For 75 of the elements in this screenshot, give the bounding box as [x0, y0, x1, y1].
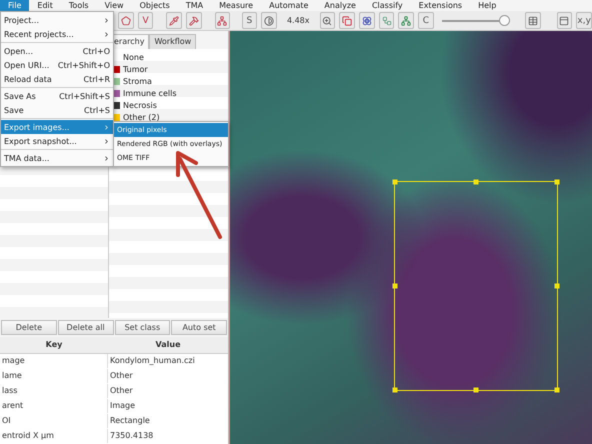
menu-title[interactable]: Tools: [60, 0, 97, 11]
menu-title[interactable]: Edit: [29, 0, 61, 11]
pipette-tool[interactable]: [166, 12, 182, 29]
menu-item[interactable]: Export snapshot...: [1, 134, 113, 148]
menu-item[interactable]: Save As Ctrl+Shift+S: [1, 89, 113, 103]
network-icon: [217, 16, 228, 26]
menu-title[interactable]: Measure: [211, 0, 262, 11]
menu-item[interactable]: TMA data...: [1, 151, 113, 165]
hammer-icon: [188, 16, 199, 26]
table-cell: lame: [0, 369, 108, 383]
table-cell: mage: [0, 354, 108, 368]
menu-title[interactable]: TMA: [178, 0, 212, 11]
menu-title[interactable]: Objects: [132, 0, 178, 11]
menu-item[interactable]: Export images...: [1, 120, 113, 134]
rectangle-annotation[interactable]: [394, 181, 558, 391]
c-button[interactable]: C: [418, 12, 434, 29]
table-cell: lass: [0, 384, 108, 398]
pipette-icon: [169, 16, 180, 26]
zoom-level: 4.48x: [286, 16, 310, 25]
network-tool[interactable]: [214, 12, 230, 29]
contrast-button[interactable]: [261, 12, 277, 29]
table-cell-text: 7350.4138: [109, 430, 154, 442]
table-cell-text: Rectangle: [109, 415, 151, 427]
class-name[interactable]: Other (2): [123, 112, 160, 122]
zoom-in-icon: [322, 16, 332, 26]
menu-item[interactable]: Save Ctrl+S: [1, 103, 113, 117]
flower-icon: [362, 16, 372, 26]
class-name[interactable]: Necrosis: [123, 100, 157, 110]
copy-icon: [342, 16, 352, 26]
menu-title[interactable]: File: [0, 0, 30, 11]
menu-title[interactable]: Analyze: [316, 0, 364, 11]
menu-title[interactable]: Extensions: [410, 0, 470, 11]
slider-thumb[interactable]: [498, 15, 510, 26]
network-button[interactable]: [398, 12, 414, 29]
menu-title[interactable]: Classify: [364, 0, 411, 11]
table-button[interactable]: [524, 12, 541, 29]
panel-button[interactable]: [556, 12, 572, 29]
table-icon: [528, 16, 538, 26]
polygon-tool[interactable]: [118, 12, 134, 29]
s-tool[interactable]: S: [242, 12, 258, 29]
class-name[interactable]: None: [123, 52, 144, 62]
column-header: Key: [44, 339, 64, 351]
menu-title[interactable]: Help: [470, 0, 504, 11]
table-cell-text: Other: [109, 385, 134, 397]
menu-item[interactable]: Reload data Ctrl+R: [1, 72, 113, 86]
class-name[interactable]: Tumor: [123, 64, 148, 74]
coords-button[interactable]: x,y: [576, 12, 592, 29]
menu-item[interactable]: Project...: [1, 13, 113, 27]
overlay-button[interactable]: [339, 12, 355, 29]
menu-title[interactable]: Automate: [261, 0, 316, 11]
menu-item[interactable]: Open URI... Ctrl+Shift+O: [1, 58, 113, 72]
network-icon: [401, 16, 412, 26]
brush-tool[interactable]: V: [138, 12, 154, 29]
column-header: Value: [154, 339, 182, 351]
table-cell-text: Kondylom_human.czi: [109, 355, 196, 367]
action-button[interactable]: Set class: [114, 320, 170, 335]
zoom-button[interactable]: [320, 12, 336, 29]
panel-icon: [559, 16, 570, 26]
action-button[interactable]: Delete all: [58, 320, 114, 335]
workflow-icon: [382, 16, 392, 26]
table-cell-text: Image: [109, 400, 136, 412]
pentagon-icon: [120, 16, 131, 26]
class-name[interactable]: Immune cells: [123, 88, 176, 98]
action-button[interactable]: Auto set: [171, 320, 227, 335]
table-cell: OI: [0, 414, 108, 428]
class-name[interactable]: Stroma: [123, 76, 152, 86]
flower-button[interactable]: [358, 12, 375, 29]
hammer-tool[interactable]: [186, 12, 202, 29]
contrast-icon: [264, 16, 274, 26]
action-button[interactable]: Delete: [1, 320, 57, 335]
table-cell-text: Other: [109, 370, 134, 382]
tab[interactable]: Workflow: [149, 34, 196, 49]
table-cell: arent: [0, 399, 108, 413]
table-cell: entroid X µm: [0, 429, 108, 443]
menu-title[interactable]: View: [96, 0, 132, 11]
